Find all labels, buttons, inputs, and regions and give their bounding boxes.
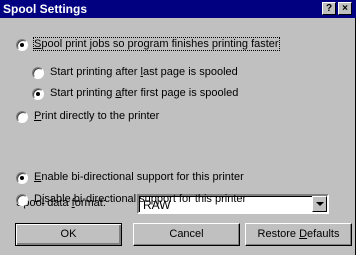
close-button[interactable]: ×: [338, 2, 352, 15]
dropdown-button[interactable]: [312, 196, 327, 212]
spool-radio[interactable]: [16, 39, 28, 51]
direct-label: Print directly to the printer: [34, 110, 160, 122]
enable-bidi-radio[interactable]: [16, 172, 28, 184]
cancel-button[interactable]: Cancel: [133, 223, 240, 246]
window-title: Spool Settings: [3, 2, 87, 16]
spool-label: Spool print jobs so program finishes pri…: [33, 37, 280, 51]
after-first-radio[interactable]: [32, 88, 44, 100]
direct-radio[interactable]: [16, 111, 28, 123]
after-first-label: Start printing after first page is spool…: [50, 87, 239, 99]
enable-bidi-label: Enable bi-directional support for this p…: [34, 171, 244, 183]
chevron-down-icon: [316, 202, 324, 206]
help-button[interactable]: ?: [322, 2, 336, 15]
after-last-label: Start printing after last page is spoole…: [50, 66, 238, 78]
spool-settings-dialog: Spool Settings ? × Spool print jobs so p…: [0, 0, 356, 255]
ok-button[interactable]: OK: [15, 223, 122, 246]
disable-bidi-radio[interactable]: [16, 194, 28, 206]
restore-defaults-button[interactable]: Restore Defaults: [245, 223, 352, 246]
disable-bidi-label: Disable bi-directional support for this …: [34, 193, 247, 205]
title-bar[interactable]: Spool Settings ? ×: [0, 0, 356, 18]
after-last-radio[interactable]: [32, 67, 44, 79]
